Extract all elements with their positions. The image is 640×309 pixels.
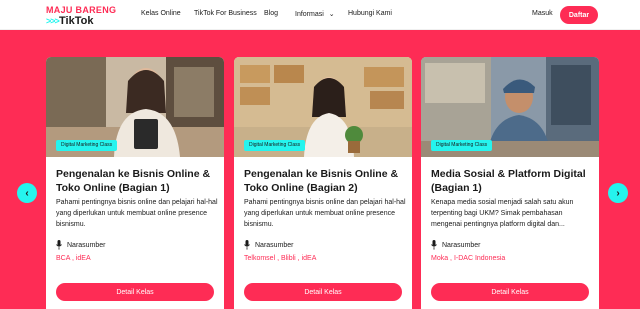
logo-line2: TikTok (59, 15, 94, 27)
class-description: Pahami pentingnya bisnis online dan pela… (244, 199, 406, 228)
microphone-icon (56, 240, 62, 250)
speaker-row: Narasumber (244, 240, 404, 252)
microphone-icon (431, 240, 437, 250)
maju-bareng-tiktok-logo[interactable]: MAJU BARENG >>> TikTok (46, 5, 116, 27)
detail-kelas-button[interactable]: Detail Kelas (431, 283, 589, 301)
nav-informasi-label: Informasi (295, 11, 324, 18)
chevron-right-icon: › (616, 187, 620, 199)
speaker-list: Telkomsel , Blibli , idEA (244, 255, 317, 262)
carousel-next-button[interactable]: › (608, 183, 628, 203)
logo-chevrons: >>> (46, 16, 60, 26)
class-title[interactable]: Media Sosial & Platform Digital (Bagian … (431, 167, 591, 195)
microphone-icon (244, 240, 250, 250)
detail-kelas-button[interactable]: Detail Kelas (244, 283, 402, 301)
category-badge: Digital Marketing Class (56, 140, 118, 151)
chevron-left-icon: ‹ (25, 187, 29, 199)
class-card: Digital Marketing Class Pengenalan ke Bi… (46, 57, 224, 309)
class-card: Digital Marketing Class Media Sosial & P… (421, 57, 599, 309)
class-title[interactable]: Pengenalan ke Bisnis Online & Toko Onlin… (244, 167, 404, 195)
speaker-label: Narasumber (442, 242, 481, 249)
speaker-list: BCA , idEA (56, 255, 91, 262)
speaker-label: Narasumber (255, 242, 294, 249)
speaker-list: Moka , I-DAC Indonesia (431, 255, 506, 262)
class-description: Pahami pentingnya bisnis online dan pela… (56, 199, 218, 228)
register-button[interactable]: Daftar (560, 6, 598, 24)
nav-blog[interactable]: Blog (264, 10, 278, 17)
nav-tiktok-for-business[interactable]: TikTok For Business (194, 10, 257, 17)
detail-kelas-button[interactable]: Detail Kelas (56, 283, 214, 301)
class-description: Kenapa media sosial menjadi salah satu a… (431, 199, 574, 228)
speaker-row: Narasumber (431, 240, 591, 252)
login-link[interactable]: Masuk (532, 10, 553, 17)
logo-line1: MAJU BARENG (46, 5, 117, 15)
chevron-down-icon: ⌄ (328, 11, 335, 18)
speaker-row: Narasumber (56, 240, 216, 252)
speaker-label: Narasumber (67, 242, 106, 249)
class-card: Digital Marketing Class Pengenalan ke Bi… (234, 57, 412, 309)
class-title[interactable]: Pengenalan ke Bisnis Online & Toko Onlin… (56, 167, 216, 195)
carousel-prev-button[interactable]: ‹ (17, 183, 37, 203)
category-badge: Digital Marketing Class (244, 140, 306, 151)
nav-kelas-online[interactable]: Kelas Online (141, 10, 181, 17)
top-navbar: MAJU BARENG >>> TikTok Kelas Online TikT… (0, 0, 640, 30)
nav-informasi[interactable]: Informasi ⌄ (295, 10, 335, 18)
nav-hubungi-kami[interactable]: Hubungi Kami (348, 10, 392, 17)
category-badge: Digital Marketing Class (431, 140, 493, 151)
